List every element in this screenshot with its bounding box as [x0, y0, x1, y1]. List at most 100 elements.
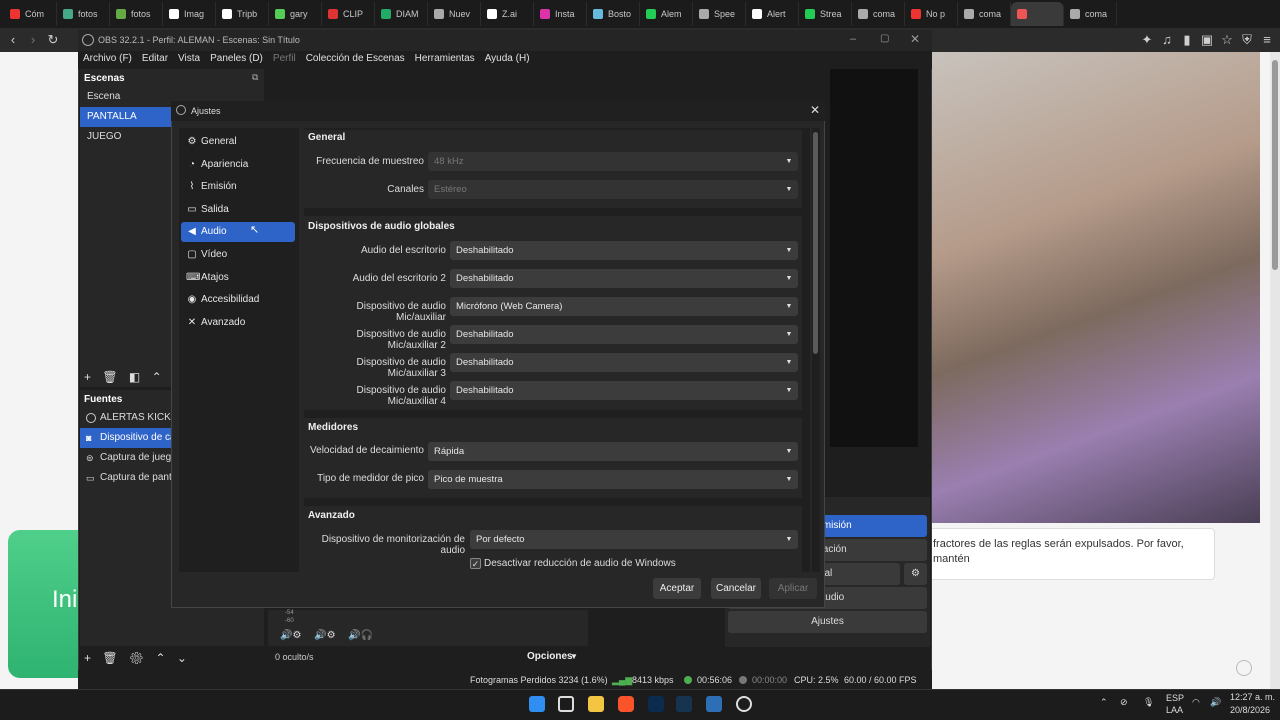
wallet-icon[interactable]: ▣ [1200, 33, 1214, 47]
browser-tab[interactable]: Strea [799, 2, 852, 26]
browser-tab[interactable]: fotos [57, 2, 110, 26]
menu-archivo[interactable]: Archivo (F) [78, 51, 137, 69]
bookmark-icon[interactable]: ☆ [1220, 33, 1234, 47]
browser-tab[interactable]: Insta [534, 2, 587, 26]
browser-tab[interactable]: coma [1064, 2, 1117, 26]
peak-select[interactable]: Pico de muestra ▼ [428, 470, 798, 489]
chevron-down-icon[interactable]: ▼ [570, 652, 578, 661]
menu-coleccion[interactable]: Colección de Escenas [301, 51, 410, 69]
nav-audio[interactable]: ◀ Audio [181, 222, 295, 242]
steam-like-icon[interactable] [558, 696, 574, 712]
browser-tab[interactable]: No p [905, 2, 958, 26]
folder-icon[interactable] [588, 696, 604, 712]
desktop-audio-select[interactable]: Deshabilitado ▼ [450, 241, 798, 260]
sample-rate-select[interactable]: 48 kHz ▼ [428, 152, 798, 171]
browser-tab[interactable]: Z.ai [481, 2, 534, 26]
obs-icon[interactable] [736, 696, 752, 712]
sidebar-icon[interactable]: ▮ [1180, 33, 1194, 47]
stream-video[interactable] [930, 52, 1260, 523]
shield-icon[interactable]: ⛨ [1240, 33, 1254, 47]
channels-select[interactable]: Estéreo ▼ [428, 180, 798, 199]
mic-audio-4-select[interactable]: Deshabilitado ▼ [450, 381, 798, 400]
clock-date[interactable]: 20/8/2026 [1230, 705, 1270, 715]
dialog-close-icon[interactable]: ✕ [810, 103, 820, 117]
brave-icon[interactable] [618, 696, 634, 712]
browser-tab[interactable]: Spee [693, 2, 746, 26]
mic-audio-select[interactable]: Micrófono (Web Camera) ▼ [450, 297, 798, 316]
nav-advanced[interactable]: ✕ Avanzado [181, 313, 295, 333]
close-icon[interactable]: ✕ [910, 32, 920, 46]
forward-icon[interactable]: › [26, 33, 40, 47]
minimize-icon[interactable]: – [850, 33, 856, 45]
music-icon[interactable]: ♫ [1160, 33, 1174, 47]
windows-start-icon[interactable] [529, 696, 545, 712]
source-item[interactable]: Captura de juego [80, 448, 174, 468]
scene-item[interactable]: JUEGO [80, 127, 174, 147]
nav-accessibility[interactable]: ◉ Accesibilidad [181, 290, 295, 310]
reload-icon[interactable]: ↻ [46, 33, 60, 47]
start-card[interactable]: Ini [8, 530, 80, 678]
photoshop-icon[interactable] [648, 696, 664, 712]
nav-hotkeys[interactable]: ⌨ Atajos [181, 268, 295, 288]
accept-button[interactable]: Aceptar [653, 578, 701, 599]
options-button[interactable]: Opciones [527, 651, 573, 662]
volume-icon[interactable]: 🔊 [1210, 697, 1221, 708]
preview-area[interactable] [830, 69, 918, 447]
emoji-icon[interactable] [1236, 660, 1252, 676]
source-item-selected[interactable]: Dispositivo de cap [80, 428, 174, 448]
back-icon[interactable]: ‹ [6, 33, 20, 47]
clock-time[interactable]: 12:27 a. m. [1230, 692, 1275, 702]
undock-icon[interactable]: ⧉ [252, 72, 258, 83]
browser-tab[interactable]: Tripb [216, 2, 269, 26]
source-toolbar[interactable]: + 🗑 ⚙ ⌃ ⌄ [84, 651, 187, 665]
browser-tab[interactable]: gary [269, 2, 322, 26]
wifi-icon[interactable]: ◠ [1192, 697, 1200, 708]
tray-network-off-icon[interactable]: ⊘ [1120, 697, 1128, 708]
web-scroll-thumb[interactable] [1272, 60, 1278, 270]
browser-tab[interactable]: CLIP [322, 2, 375, 26]
maximize-icon[interactable]: ▢ [880, 33, 889, 44]
apply-button[interactable]: Aplicar [769, 578, 817, 599]
browser-tab[interactable]: coma [852, 2, 905, 26]
browser-tab[interactable]: Imag [163, 2, 216, 26]
tray-chevron-icon[interactable]: ⌃ [1100, 697, 1108, 708]
menu-vista[interactable]: Vista [173, 51, 205, 69]
browser-tab[interactable]: Alem [640, 2, 693, 26]
scene-item-selected[interactable]: PANTALLA [80, 107, 174, 127]
extensions-icon[interactable]: ✦ [1140, 33, 1154, 47]
settings-button[interactable]: Ajustes [728, 611, 927, 633]
nav-video[interactable]: ▢ Vídeo [181, 245, 295, 265]
mic-audio-2-select[interactable]: Deshabilitado ▼ [450, 325, 798, 344]
settings-scroll-thumb[interactable] [813, 132, 818, 354]
monitor-select[interactable]: Por defecto ▼ [470, 530, 798, 549]
menu-icon[interactable]: ≡ [1260, 33, 1274, 47]
menu-herramientas[interactable]: Herramientas [410, 51, 480, 69]
nav-output[interactable]: ▭ Salida [181, 200, 295, 220]
menu-paneles[interactable]: Paneles (D) [205, 51, 268, 69]
menu-perfil[interactable]: Perfil [268, 51, 301, 69]
nav-stream[interactable]: ⌇ Emisión [181, 177, 295, 197]
browser-tab[interactable]: coma [958, 2, 1011, 26]
browser-tab[interactable] [1011, 2, 1064, 26]
menu-editar[interactable]: Editar [137, 51, 173, 69]
steam-icon[interactable] [676, 696, 692, 712]
menu-ayuda[interactable]: Ayuda (H) [480, 51, 535, 69]
gear-icon[interactable]: ⚙ [904, 563, 927, 585]
scene-toolbar[interactable]: + 🗑 ◧ ⌃ ⌄ [84, 370, 183, 384]
browser-tab[interactable]: fotos [110, 2, 163, 26]
cancel-button[interactable]: Cancelar [711, 578, 761, 599]
browser-tab[interactable]: Nuev [428, 2, 481, 26]
ducking-checkbox[interactable]: ✓ [470, 558, 481, 569]
decay-select[interactable]: Rápida ▼ [428, 442, 798, 461]
mixer-controls[interactable]: 🔊⚙ 🔊⚙ 🔊🎧 [280, 630, 373, 641]
keyboard-language[interactable]: ESP [1166, 693, 1184, 703]
browser-tab[interactable]: DIAM [375, 2, 428, 26]
keyboard-layout[interactable]: LAA [1166, 705, 1183, 715]
browser-tab[interactable]: Alert [746, 2, 799, 26]
browser-tab[interactable]: Bosto [587, 2, 640, 26]
app-icon[interactable] [706, 696, 722, 712]
microphone-icon[interactable]: 🎙 [1143, 697, 1154, 708]
nav-appearance[interactable]: ◔ Apariencia [181, 155, 295, 175]
desktop-audio-2-select[interactable]: Deshabilitado ▼ [450, 269, 798, 288]
browser-tab[interactable]: Cóm [4, 2, 57, 26]
